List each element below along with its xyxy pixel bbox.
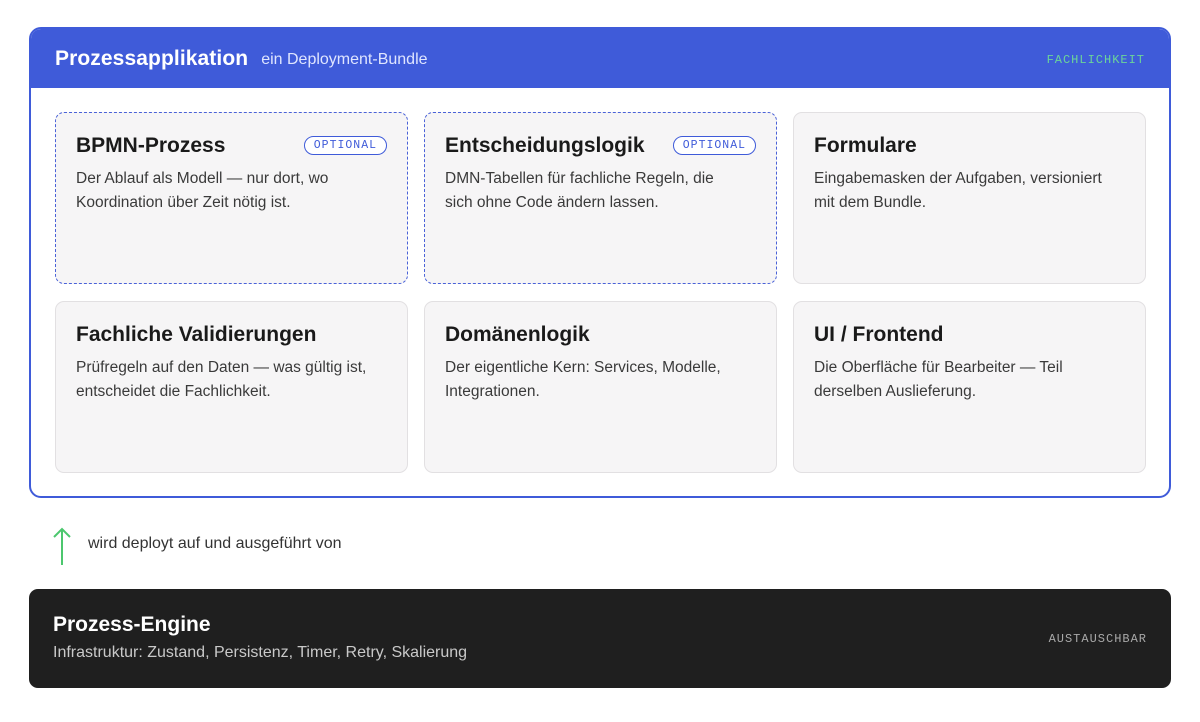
card-ui-frontend: UI / Frontend Die Oberfläche für Bearbei… bbox=[793, 301, 1146, 473]
card-title: Domänenlogik bbox=[445, 323, 590, 346]
card-description: Die Oberfläche für Bearbeiter — Teil der… bbox=[814, 359, 1063, 400]
process-application-header: Prozessapplikation ein Deployment-Bundle… bbox=[31, 29, 1169, 88]
process-application-subtitle: ein Deployment-Bundle bbox=[261, 51, 428, 68]
card-title: UI / Frontend bbox=[814, 323, 944, 346]
card-description: Eingabemasken der Aufgaben, versioniert … bbox=[814, 170, 1102, 211]
card-description: Der Ablauf als Modell — nur dort, wo Koo… bbox=[76, 170, 329, 211]
card-description: Prüfregeln auf den Daten — was gültig is… bbox=[76, 359, 367, 400]
arrow-up-icon bbox=[53, 527, 71, 565]
process-engine-description: Infrastruktur: Zustand, Persistenz, Time… bbox=[53, 644, 468, 661]
deploy-connector-label: wird deployt auf und ausgeführt von bbox=[88, 535, 342, 552]
card-validations: Fachliche Validierungen Prüfregeln auf d… bbox=[55, 301, 408, 473]
card-title: Fachliche Validierungen bbox=[76, 323, 317, 346]
process-engine-block: Prozess-Engine Infrastruktur: Zustand, P… bbox=[29, 589, 1171, 688]
austauschbar-tag: AUSTAUSCHBAR bbox=[1048, 632, 1147, 646]
process-application-container: Prozessapplikation ein Deployment-Bundle… bbox=[29, 27, 1171, 498]
card-description: Der eigentliche Kern: Services, Modelle,… bbox=[445, 359, 721, 400]
card-decision-logic: Entscheidungslogik OPTIONAL DMN-Tabellen… bbox=[424, 112, 777, 284]
optional-badge: OPTIONAL bbox=[672, 136, 756, 155]
component-grid: BPMN-Prozess OPTIONAL Der Ablauf als Mod… bbox=[55, 112, 1146, 473]
card-domain-logic: Domänenlogik Der eigentliche Kern: Servi… bbox=[424, 301, 777, 473]
card-bpmn-process: BPMN-Prozess OPTIONAL Der Ablauf als Mod… bbox=[55, 112, 408, 284]
optional-badge: OPTIONAL bbox=[303, 136, 387, 155]
process-application-title: Prozessapplikation bbox=[55, 46, 249, 70]
deploy-connector bbox=[51, 527, 73, 567]
card-forms: Formulare Eingabemasken der Aufgaben, ve… bbox=[793, 112, 1146, 284]
fachlichkeit-tag: FACHLICHKEIT bbox=[1046, 53, 1145, 67]
card-description: DMN-Tabellen für fachliche Regeln, die s… bbox=[445, 170, 714, 211]
process-engine-title: Prozess-Engine bbox=[53, 613, 211, 636]
card-title: Formulare bbox=[814, 134, 917, 157]
